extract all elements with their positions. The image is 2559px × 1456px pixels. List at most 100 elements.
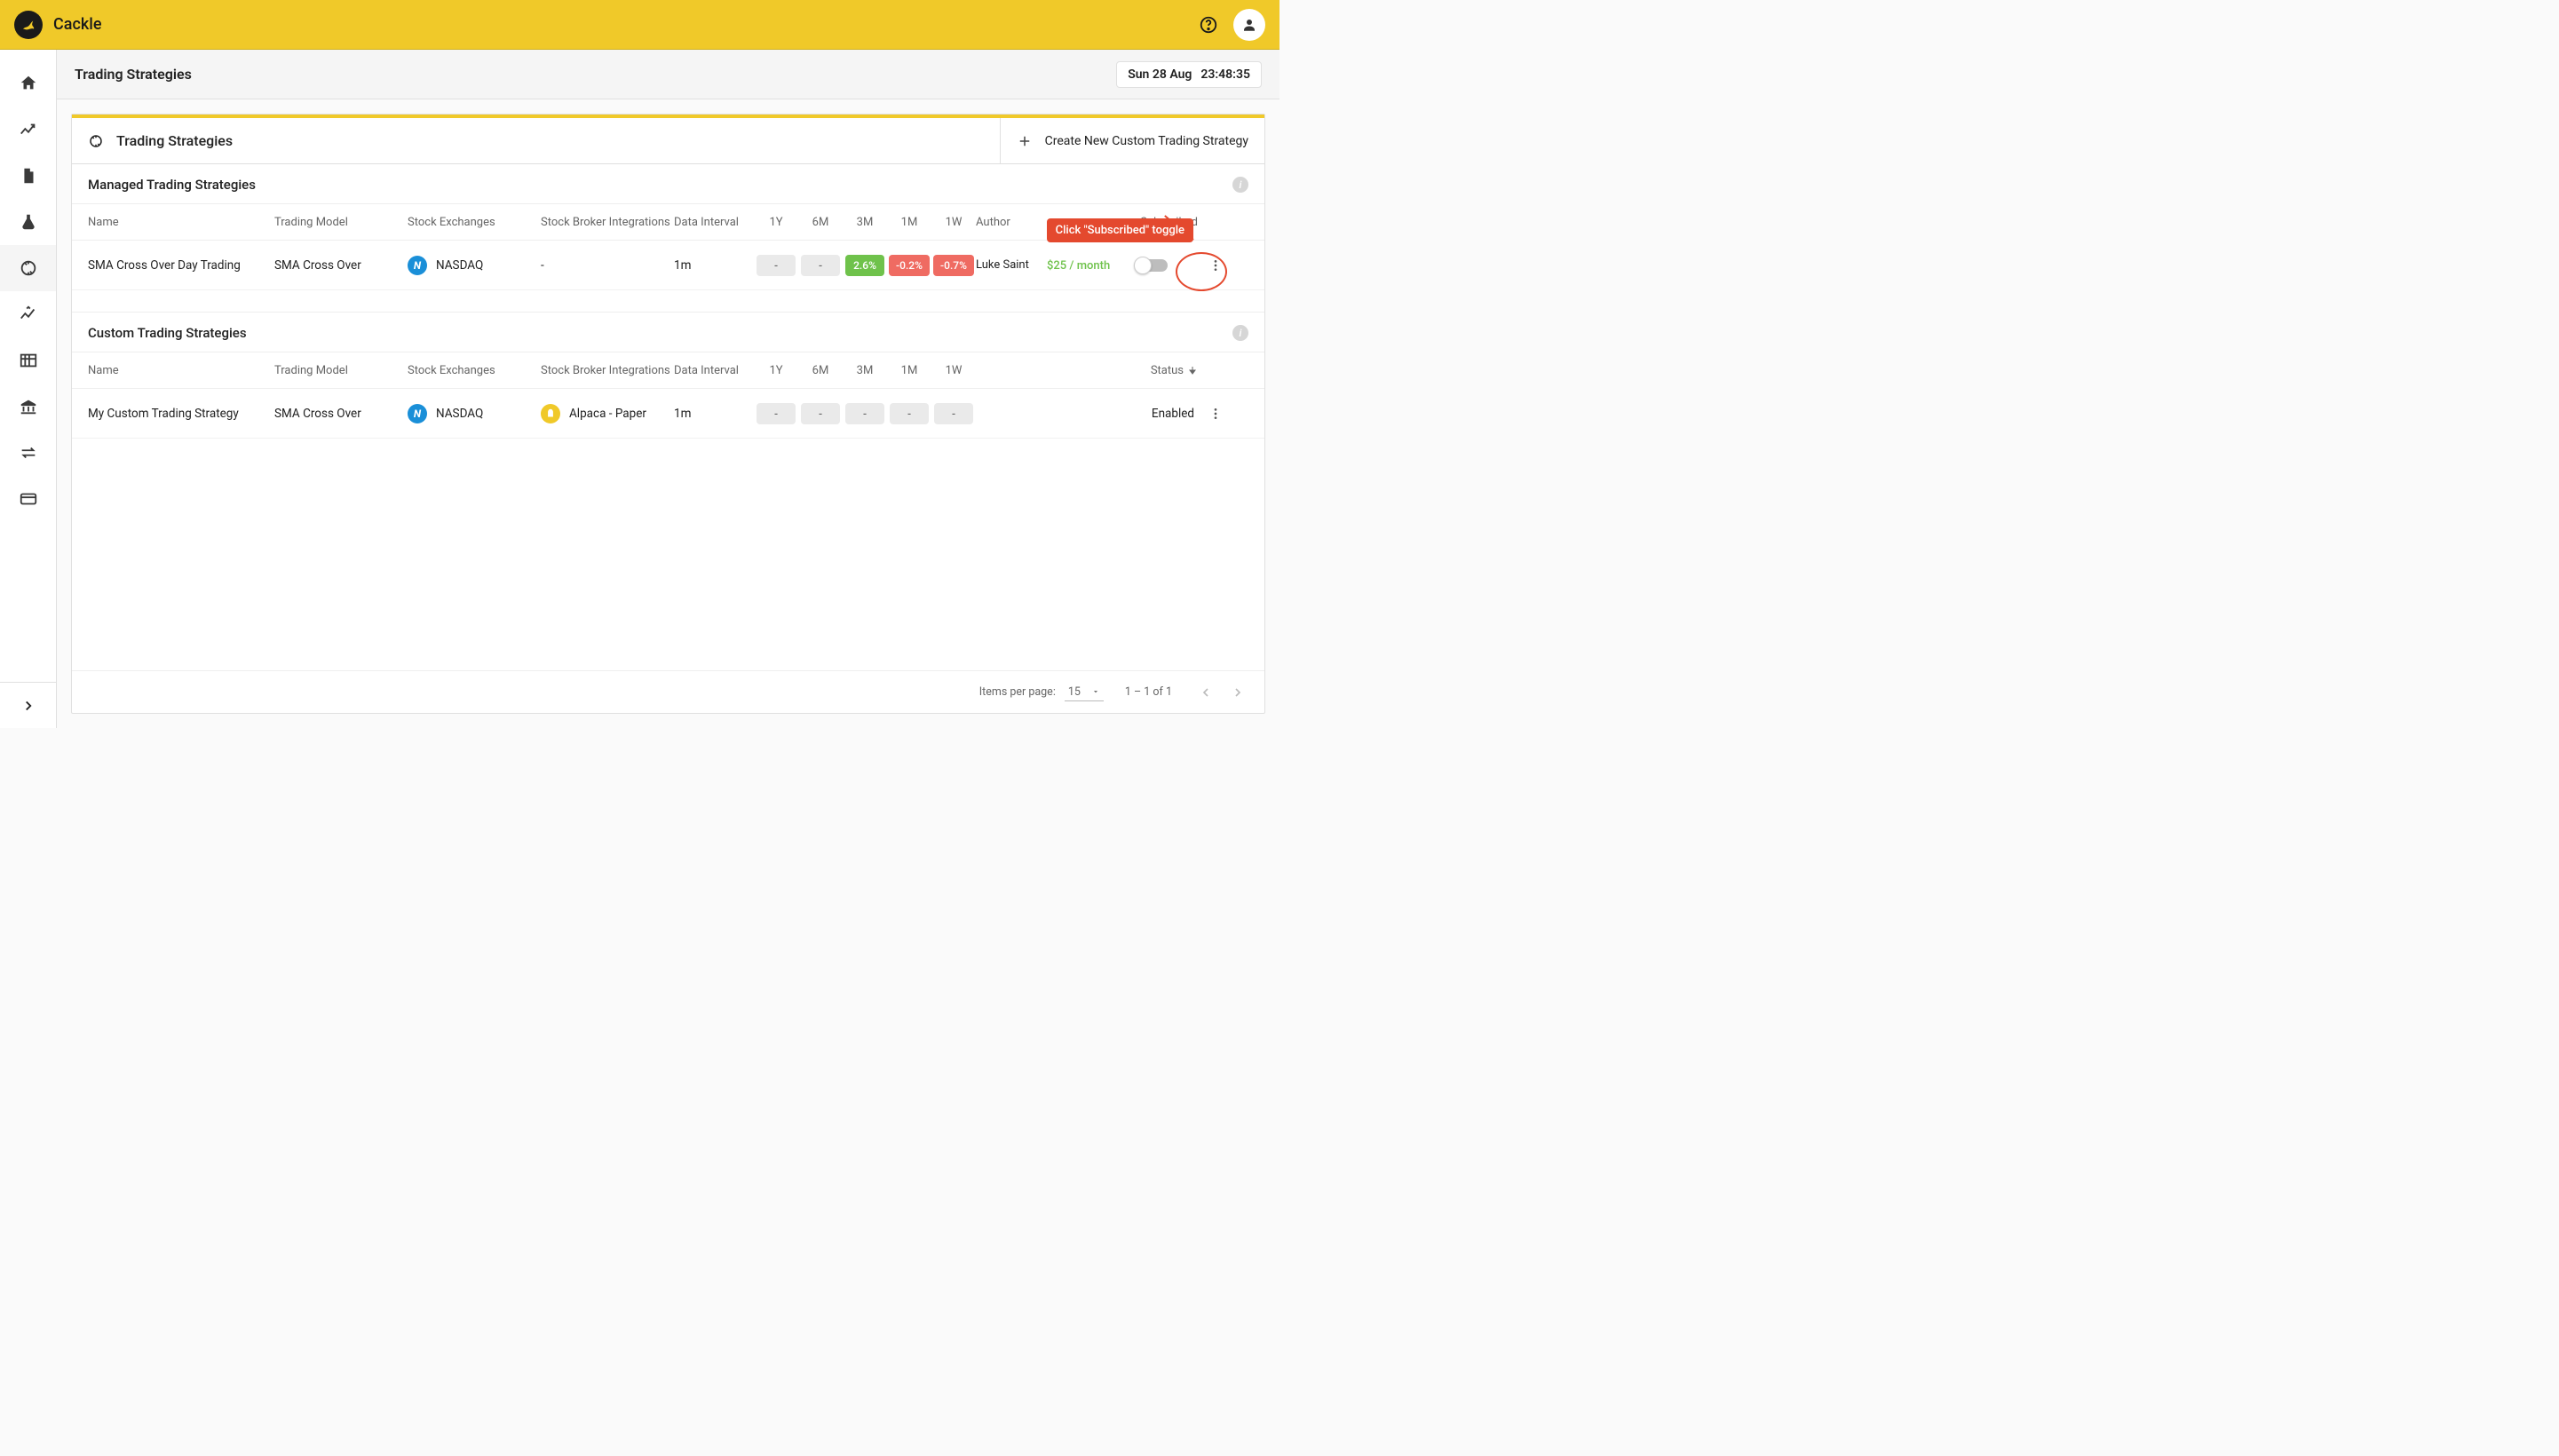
cell-name: SMA Cross Over Day Trading <box>88 258 274 273</box>
perf-3m: - <box>845 403 884 424</box>
col-1y: 1Y <box>754 364 798 377</box>
app-header: Cackle <box>0 0 1280 50</box>
cell-name: My Custom Trading Strategy <box>88 407 274 421</box>
col-1m: 1M <box>887 364 931 377</box>
custom-strategies-table: Name Trading Model Stock Exchanges Stock… <box>72 352 1264 439</box>
perf-1m: - <box>890 403 929 424</box>
cell-exchange: N NASDAQ <box>408 256 541 275</box>
managed-row-menu-button[interactable] <box>1198 241 1233 289</box>
col-brokers: Stock Broker Integrations <box>541 216 674 229</box>
page-size-select[interactable]: 15 <box>1065 684 1104 701</box>
custom-row-menu-button[interactable] <box>1198 389 1233 438</box>
card-title: Trading Strategies <box>116 132 1000 149</box>
card-header: Trading Strategies Create New Custom Tra… <box>72 118 1264 164</box>
col-author: Author <box>976 216 1047 229</box>
managed-section-title: Managed Trading Strategies <box>88 177 256 193</box>
page-title: Trading Strategies <box>75 66 192 83</box>
managed-info-icon[interactable]: i <box>1232 177 1248 193</box>
col-1m: 1M <box>887 216 931 229</box>
perf-6m: - <box>801 255 840 276</box>
strategies-icon <box>88 133 104 149</box>
page-size-value: 15 <box>1068 685 1081 699</box>
managed-row[interactable]: SMA Cross Over Day Trading SMA Cross Ove… <box>72 241 1264 290</box>
col-exchanges: Stock Exchanges <box>408 364 541 377</box>
custom-info-icon[interactable]: i <box>1232 325 1248 341</box>
perf-3m: 2.6% <box>845 255 884 276</box>
col-3m: 3M <box>843 216 887 229</box>
paginator-next-button[interactable] <box>1225 680 1250 705</box>
sidebar-item-documents[interactable] <box>0 153 56 199</box>
brand-name: Cackle <box>53 15 101 34</box>
perf-6m: - <box>801 403 840 424</box>
sidebar-item-transfers[interactable] <box>0 430 56 476</box>
col-1w: 1W <box>931 216 976 229</box>
sidebar-item-strategies[interactable] <box>0 245 56 291</box>
alpaca-icon <box>541 404 560 423</box>
custom-section-header: Custom Trading Strategies i <box>72 312 1264 352</box>
paginator-prev-button[interactable] <box>1193 680 1218 705</box>
col-1y: 1Y <box>754 216 798 229</box>
paginator-range: 1 – 1 of 1 <box>1125 685 1172 699</box>
annotation-callout: Click "Subscribed" toggle <box>1047 218 1193 242</box>
col-model: Trading Model <box>274 216 408 229</box>
toggle-knob <box>1134 257 1152 274</box>
col-status[interactable]: Status <box>1145 364 1198 377</box>
cell-model: SMA Cross Over <box>274 258 408 273</box>
sidebar-item-home[interactable] <box>0 60 56 107</box>
col-1w: 1W <box>931 364 976 377</box>
perf-1y: - <box>757 403 796 424</box>
datetime-chip: Sun 28 Aug 23:48:35 <box>1116 61 1262 88</box>
cell-broker: - <box>541 258 674 273</box>
cell-broker: Alpaca - Paper <box>541 404 674 423</box>
perf-1w: - <box>934 403 973 424</box>
brand-logo[interactable]: Cackle <box>14 11 101 39</box>
col-model: Trading Model <box>274 364 408 377</box>
cell-model: SMA Cross Over <box>274 407 408 421</box>
sidebar-item-performance[interactable] <box>0 107 56 153</box>
sidebar-item-portfolio[interactable] <box>0 337 56 384</box>
strategies-card: Trading Strategies Create New Custom Tra… <box>71 114 1265 714</box>
datetime-date: Sun 28 Aug <box>1128 67 1192 82</box>
sidebar-item-lab[interactable] <box>0 199 56 245</box>
col-3m: 3M <box>843 364 887 377</box>
sidebar-nav <box>0 50 57 728</box>
exchange-label: NASDAQ <box>436 407 483 421</box>
custom-row[interactable]: My Custom Trading Strategy SMA Cross Ove… <box>72 389 1264 439</box>
cell-price: $25 / month <box>1047 259 1110 273</box>
annotation-text: Click "Subscribed" toggle <box>1056 224 1184 237</box>
user-avatar-button[interactable] <box>1233 9 1265 41</box>
help-button[interactable] <box>1191 7 1226 43</box>
cell-interval: 1m <box>674 407 754 421</box>
sidebar-item-signals[interactable] <box>0 291 56 337</box>
col-6m: 6M <box>798 216 843 229</box>
subscribed-toggle[interactable] <box>1136 259 1168 272</box>
perf-1y: - <box>757 255 796 276</box>
col-brokers: Stock Broker Integrations <box>541 364 674 377</box>
datetime-time: 23:48:35 <box>1200 67 1250 82</box>
page-title-bar: Trading Strategies Sun 28 Aug 23:48:35 <box>57 50 1280 99</box>
sort-down-icon <box>1187 365 1198 376</box>
paginator: Items per page: 15 1 – 1 of 1 <box>72 670 1264 713</box>
col-name: Name <box>88 216 274 229</box>
cell-status: Enabled <box>1145 407 1198 421</box>
custom-section-title: Custom Trading Strategies <box>88 325 247 341</box>
breadcrumb: Trading Strategies <box>75 66 192 83</box>
create-strategy-label: Create New Custom Trading Strategy <box>1045 134 1248 148</box>
create-strategy-button[interactable]: Create New Custom Trading Strategy <box>1000 118 1264 164</box>
broker-label: Alpaca - Paper <box>569 407 646 421</box>
col-name: Name <box>88 364 274 377</box>
managed-strategies-table: Name Trading Model Stock Exchanges Stock… <box>72 203 1264 290</box>
nasdaq-icon: N <box>408 404 427 423</box>
sidebar-item-bank[interactable] <box>0 384 56 430</box>
sidebar-expand-button[interactable] <box>0 682 56 728</box>
exchange-label: NASDAQ <box>436 258 483 273</box>
col-interval: Data Interval <box>674 216 754 229</box>
cell-author: Luke Saint <box>976 258 1047 272</box>
witch-logo-icon <box>14 11 43 39</box>
sidebar-item-billing[interactable] <box>0 476 56 522</box>
perf-1m: -0.2% <box>889 255 930 276</box>
cell-exchange: N NASDAQ <box>408 404 541 423</box>
col-exchanges: Stock Exchanges <box>408 216 541 229</box>
managed-section-header: Managed Trading Strategies i <box>72 164 1264 203</box>
cell-interval: 1m <box>674 258 754 273</box>
